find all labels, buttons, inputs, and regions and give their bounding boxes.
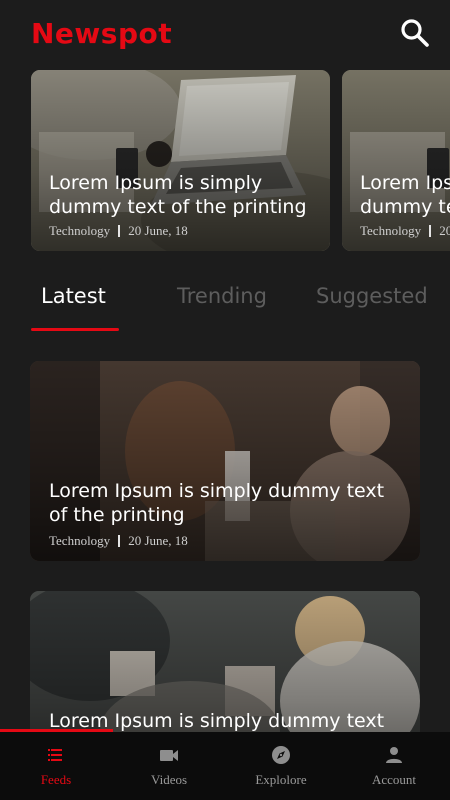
nav-videos[interactable]: Videos (113, 732, 225, 800)
nav-feeds[interactable]: Feeds (0, 732, 112, 800)
active-nav-indicator (0, 729, 113, 732)
highlight-card[interactable]: Lorem Ipsum is simply dummy text of the … (31, 70, 330, 251)
nav-label: Explolore (255, 772, 307, 787)
compass-icon (272, 746, 290, 764)
article-title: Lorem Ipsum is simply dummy text of the … (49, 172, 307, 218)
meta-divider (118, 225, 121, 237)
feed-tabs: Latest Trending Suggested (0, 270, 450, 334)
app-title: Newspot (31, 17, 173, 50)
article-meta: Technology 20 June, 18 (360, 223, 450, 239)
bottom-navigation: Feeds Videos Explolore Account (0, 732, 450, 800)
search-icon (401, 19, 429, 47)
active-tab-indicator (31, 328, 119, 331)
meta-divider (118, 535, 121, 547)
article-category: Technology (49, 223, 111, 238)
nav-label: Feeds (40, 772, 72, 787)
nav-explore[interactable]: Explolore (225, 732, 337, 800)
tab-trending[interactable]: Trending (177, 284, 267, 308)
article-date: 20 June, 18 (439, 223, 450, 238)
meta-divider (429, 225, 432, 237)
article-meta: Technology 20 June, 18 (49, 223, 188, 239)
article-title: Lorem Ipsum is simply dummy text of the … (49, 480, 385, 526)
tab-latest[interactable]: Latest (41, 284, 106, 308)
article-date: 20 June, 18 (128, 223, 188, 238)
list-icon (48, 749, 62, 761)
article-category: Technology (49, 533, 111, 548)
feed-article-card[interactable]: Lorem Ipsum is simply dummy text of the … (30, 361, 420, 561)
tab-suggested[interactable]: Suggested (316, 284, 428, 308)
highlight-card[interactable]: Lorem Ipsum is simply dummy text of the … (342, 70, 450, 251)
video-camera-icon (160, 750, 178, 761)
person-icon (386, 747, 402, 763)
nav-account[interactable]: Account (338, 732, 450, 800)
article-title: Lorem Ipsum is simply dummy text of the … (360, 172, 450, 218)
highlights-carousel[interactable]: Lorem Ipsum is simply dummy text of the … (0, 70, 450, 252)
search-button[interactable] (398, 16, 432, 50)
article-meta: Technology 20 June, 18 (49, 533, 188, 549)
app-header: Newspot (0, 0, 450, 70)
article-category: Technology (360, 223, 422, 238)
nav-label: Account (371, 772, 417, 787)
nav-label: Videos (150, 772, 188, 787)
article-date: 20 June, 18 (128, 533, 188, 548)
